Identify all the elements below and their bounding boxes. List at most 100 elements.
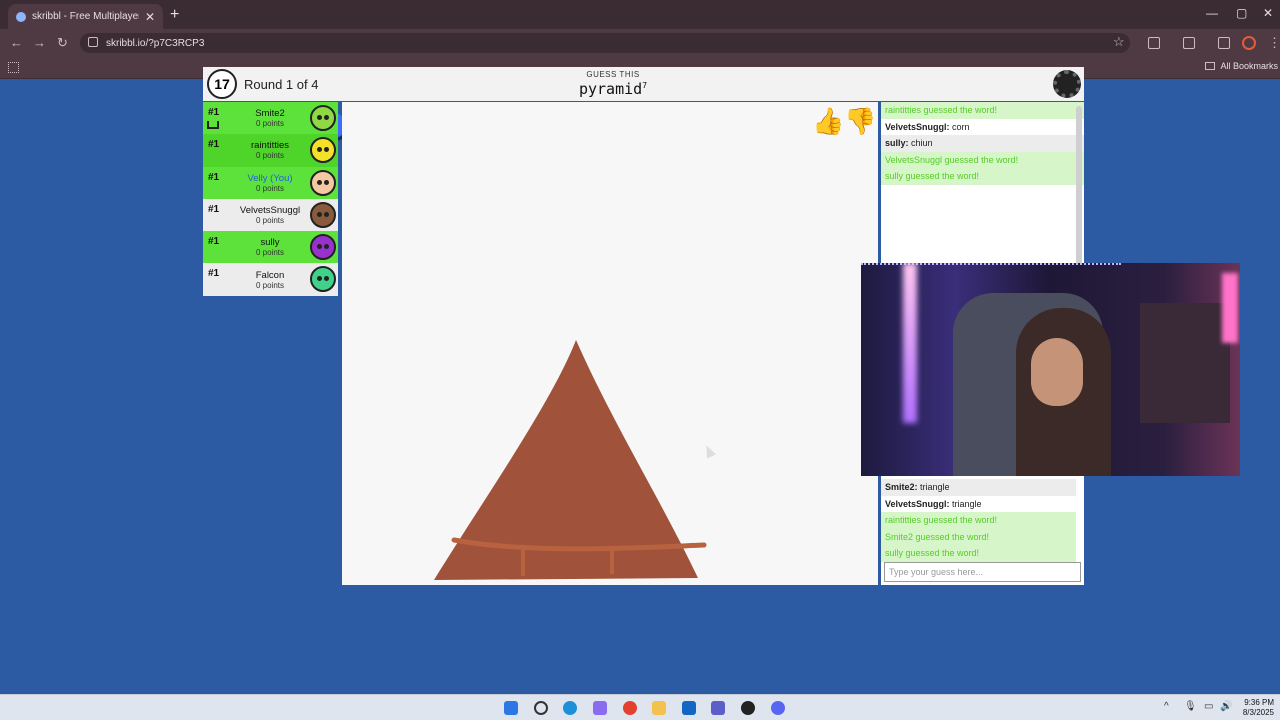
url-text: skribbl.io/?p7C3RCP3 (106, 37, 205, 49)
player-row[interactable]: #1 Falcon 0 points (203, 263, 338, 296)
player-avatar-icon (310, 105, 336, 131)
player-rank: #1 (208, 139, 220, 151)
player-rank: #1 (208, 268, 220, 280)
drawing-canvas[interactable]: 👍 👎 (342, 102, 878, 585)
player-rank: #1 (208, 107, 220, 118)
apps-grid-icon[interactable] (8, 62, 19, 73)
extensions-icon[interactable] (1148, 37, 1160, 49)
player-avatar-icon (310, 137, 336, 164)
maximize-icon[interactable]: ▢ (1236, 6, 1247, 20)
chat-text: corn (949, 121, 970, 132)
minimize-icon[interactable]: — (1206, 6, 1218, 20)
player-avatar-icon (310, 169, 336, 196)
all-bookmarks-label: All Bookmarks (1220, 61, 1278, 71)
player-info: Velly (You) 0 points (225, 173, 315, 193)
all-bookmarks-button[interactable]: All Bookmarks (1205, 61, 1278, 71)
bookmark-star-icon[interactable]: ☆ (1113, 34, 1125, 50)
edge-icon[interactable] (563, 701, 577, 715)
reload-icon[interactable]: ↻ (57, 35, 68, 51)
chat-text: VelvetsSnuggl guessed the word! (885, 154, 1019, 165)
profile-avatar-icon[interactable] (1242, 36, 1256, 50)
player-row[interactable]: #1 VelvetsSnuggl 0 points (203, 198, 338, 232)
round-indicator: Round 1 of 4 (244, 77, 319, 92)
folder-icon (1205, 62, 1216, 70)
site-info-icon[interactable] (88, 37, 98, 47)
player-info: VelvetsSnuggl 0 points (225, 205, 315, 225)
microphone-icon[interactable]: 🎙 (1184, 701, 1197, 712)
chat-message: Smite2 guessed the word! (881, 528, 1076, 546)
player-name: Smite2 (255, 108, 285, 120)
word-length: 7 (642, 81, 648, 90)
copilot-icon[interactable] (593, 701, 607, 715)
browser-tab-bar: skribbl - Free Multiplayer D ✕ + — ▢ ✕ (0, 0, 1280, 29)
chat-text: raintitties guessed the word! (885, 105, 998, 115)
chat-message: raintitties guessed the word! (881, 512, 1076, 529)
chat-author: VelvetsSnuggl: (885, 498, 950, 509)
chat-messages-bottom: Smite2: triangle VelvetsSnuggl: triangle r… (881, 479, 1076, 562)
player-name: Falcon (255, 269, 285, 281)
close-tab-icon[interactable]: ✕ (145, 10, 155, 24)
discord-icon[interactable] (771, 701, 785, 715)
player-row[interactable]: #1 Velly (You) 0 points (203, 166, 338, 199)
menu-icon[interactable]: ⋮ (1268, 35, 1280, 51)
player-row[interactable]: #1 raintitties 0 points (203, 134, 338, 167)
tab-title: skribbl - Free Multiplayer D (32, 11, 139, 22)
chat-messages-top: raintitties guessed the word! VelvetsSnug… (881, 102, 1084, 185)
player-row[interactable]: #1 Smite2 0 points (203, 102, 338, 135)
chat-message: sully: chiun (881, 135, 1084, 152)
player-points: 0 points (255, 280, 285, 290)
chat-text: raintitties guessed the word! (885, 515, 998, 526)
skribbl-favicon-icon (16, 11, 26, 22)
url-bar[interactable]: skribbl.io/?p7C3RCP3 (80, 33, 1130, 53)
chat-text: Smite2 guessed the word! (885, 531, 990, 542)
player-row[interactable]: #1 sully 0 points (203, 231, 338, 264)
obs-icon[interactable] (741, 701, 755, 715)
chat-message: sully guessed the word! (881, 168, 1084, 185)
start-icon[interactable] (504, 701, 518, 715)
chat-text: sully guessed the word! (885, 548, 980, 559)
timer-clock-icon: 17 (207, 69, 237, 99)
media-icon[interactable] (1218, 37, 1230, 49)
file-explorer-icon[interactable] (652, 701, 666, 715)
player-name: Velly (You) (247, 172, 293, 184)
chat-text: chiun (908, 138, 933, 149)
pyramid-drawing (434, 340, 707, 580)
player-avatar-icon (310, 266, 336, 293)
webcam-overlay (861, 263, 1240, 476)
player-points: 0 points (255, 151, 285, 161)
search-icon[interactable] (534, 701, 548, 715)
cast-icon[interactable] (1183, 37, 1195, 49)
chat-message: VelvetsSnuggl guessed the word! (881, 151, 1084, 169)
player-name: raintitties (250, 140, 289, 152)
player-list: #1 Smite2 0 points #1 raintitties 0 points #1 V… (203, 102, 338, 296)
chrome-icon[interactable] (623, 701, 637, 715)
guess-input[interactable]: Type your guess here... (884, 562, 1081, 582)
chat-message: sully guessed the word! (881, 545, 1076, 562)
chat-message: VelvetsSnuggl: triangle (881, 495, 1076, 513)
word-display: pyramid7 (563, 80, 663, 98)
volume-icon[interactable]: 🔊 (1220, 701, 1232, 712)
system-clock[interactable]: 9:36 PM 8/3/2025 (1234, 698, 1274, 718)
new-tab-icon[interactable]: + (170, 6, 179, 24)
back-icon[interactable]: ← (10, 35, 23, 50)
chat-message: Smite2: triangle (881, 479, 1076, 496)
clock-date: 8/3/2025 (1242, 708, 1274, 717)
settings-gear-icon[interactable] (1053, 70, 1081, 98)
player-rank: #1 (208, 236, 220, 248)
chat-author: VelvetsSnuggl: (885, 121, 950, 132)
network-icon[interactable]: ▭ (1204, 701, 1213, 712)
crown-icon (207, 121, 219, 129)
player-points: 0 points (255, 216, 285, 226)
player-name: sully (260, 237, 280, 249)
word-text: pyramid (578, 80, 643, 98)
player-avatar-icon (310, 201, 336, 228)
address-toolbar: ← → ↻ skribbl.io/?p7C3RCP3 ☆ ⋮ (0, 29, 1280, 57)
forward-icon[interactable]: → (33, 35, 46, 50)
outlook-icon[interactable] (682, 701, 696, 715)
browser-tab[interactable]: skribbl - Free Multiplayer D ✕ (8, 4, 163, 29)
close-window-icon[interactable]: ✕ (1263, 6, 1273, 20)
tray-chevron-icon[interactable]: ^ (1164, 701, 1169, 712)
player-points: 0 points (255, 248, 285, 258)
player-points: 0 points (255, 183, 285, 193)
teams-icon[interactable] (711, 701, 725, 715)
